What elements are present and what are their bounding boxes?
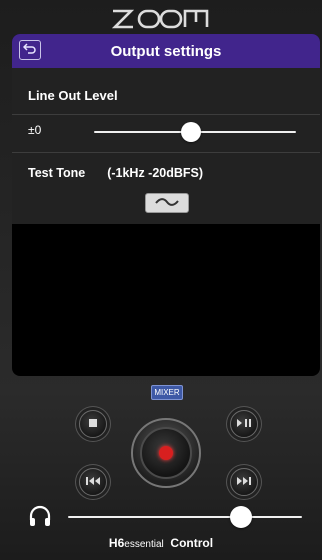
- play-pause-button[interactable]: [230, 410, 258, 438]
- stop-icon: [88, 415, 98, 433]
- back-button[interactable]: [19, 40, 41, 60]
- title-bar: Output settings: [12, 34, 320, 68]
- play-pause-icon: [236, 415, 252, 433]
- back-arrow-icon: [22, 41, 37, 59]
- record-button[interactable]: [131, 418, 201, 488]
- wave-icon: [154, 194, 180, 212]
- page-title: Output settings: [110, 42, 222, 60]
- rewind-icon: [85, 473, 101, 491]
- test-tone-button-row: [12, 184, 320, 224]
- brand-edition: essential: [124, 539, 164, 550]
- line-out-section: Line Out Level ±0 Test Tone (-1kHz -20dB…: [12, 68, 320, 184]
- line-out-value: ±0: [28, 123, 42, 137]
- app-window: Output settings Line Out Level ±0 Test T…: [0, 0, 322, 560]
- test-tone-row: Test Tone (-1kHz -20dBFS): [28, 166, 203, 180]
- test-tone-spec: (-1kHz -20dBFS): [107, 166, 204, 180]
- fast-forward-icon: [236, 473, 252, 491]
- divider: [12, 152, 320, 153]
- mixer-button[interactable]: MIXER: [151, 385, 183, 400]
- test-tone-label: Test Tone: [28, 166, 86, 180]
- fast-forward-button[interactable]: [230, 468, 258, 496]
- headphone-volume-track[interactable]: [68, 516, 302, 518]
- headphones-icon: [28, 504, 52, 528]
- record-button-inner: [140, 427, 192, 479]
- app-brand: H6essential Control: [0, 536, 322, 550]
- record-icon: [159, 446, 173, 460]
- rewind-button[interactable]: [79, 468, 107, 496]
- brand-model: H6: [108, 536, 125, 550]
- brand-suffix: Control: [170, 536, 214, 550]
- zoom-logo: [0, 8, 322, 34]
- output-settings-panel: Output settings Line Out Level ±0 Test T…: [12, 34, 320, 376]
- headphone-volume-thumb[interactable]: [230, 506, 253, 528]
- line-out-label: Line Out Level: [28, 88, 118, 103]
- test-tone-button[interactable]: [145, 193, 189, 213]
- divider: [12, 114, 320, 115]
- stop-button[interactable]: [79, 410, 107, 438]
- line-out-slider-thumb[interactable]: [180, 122, 201, 142]
